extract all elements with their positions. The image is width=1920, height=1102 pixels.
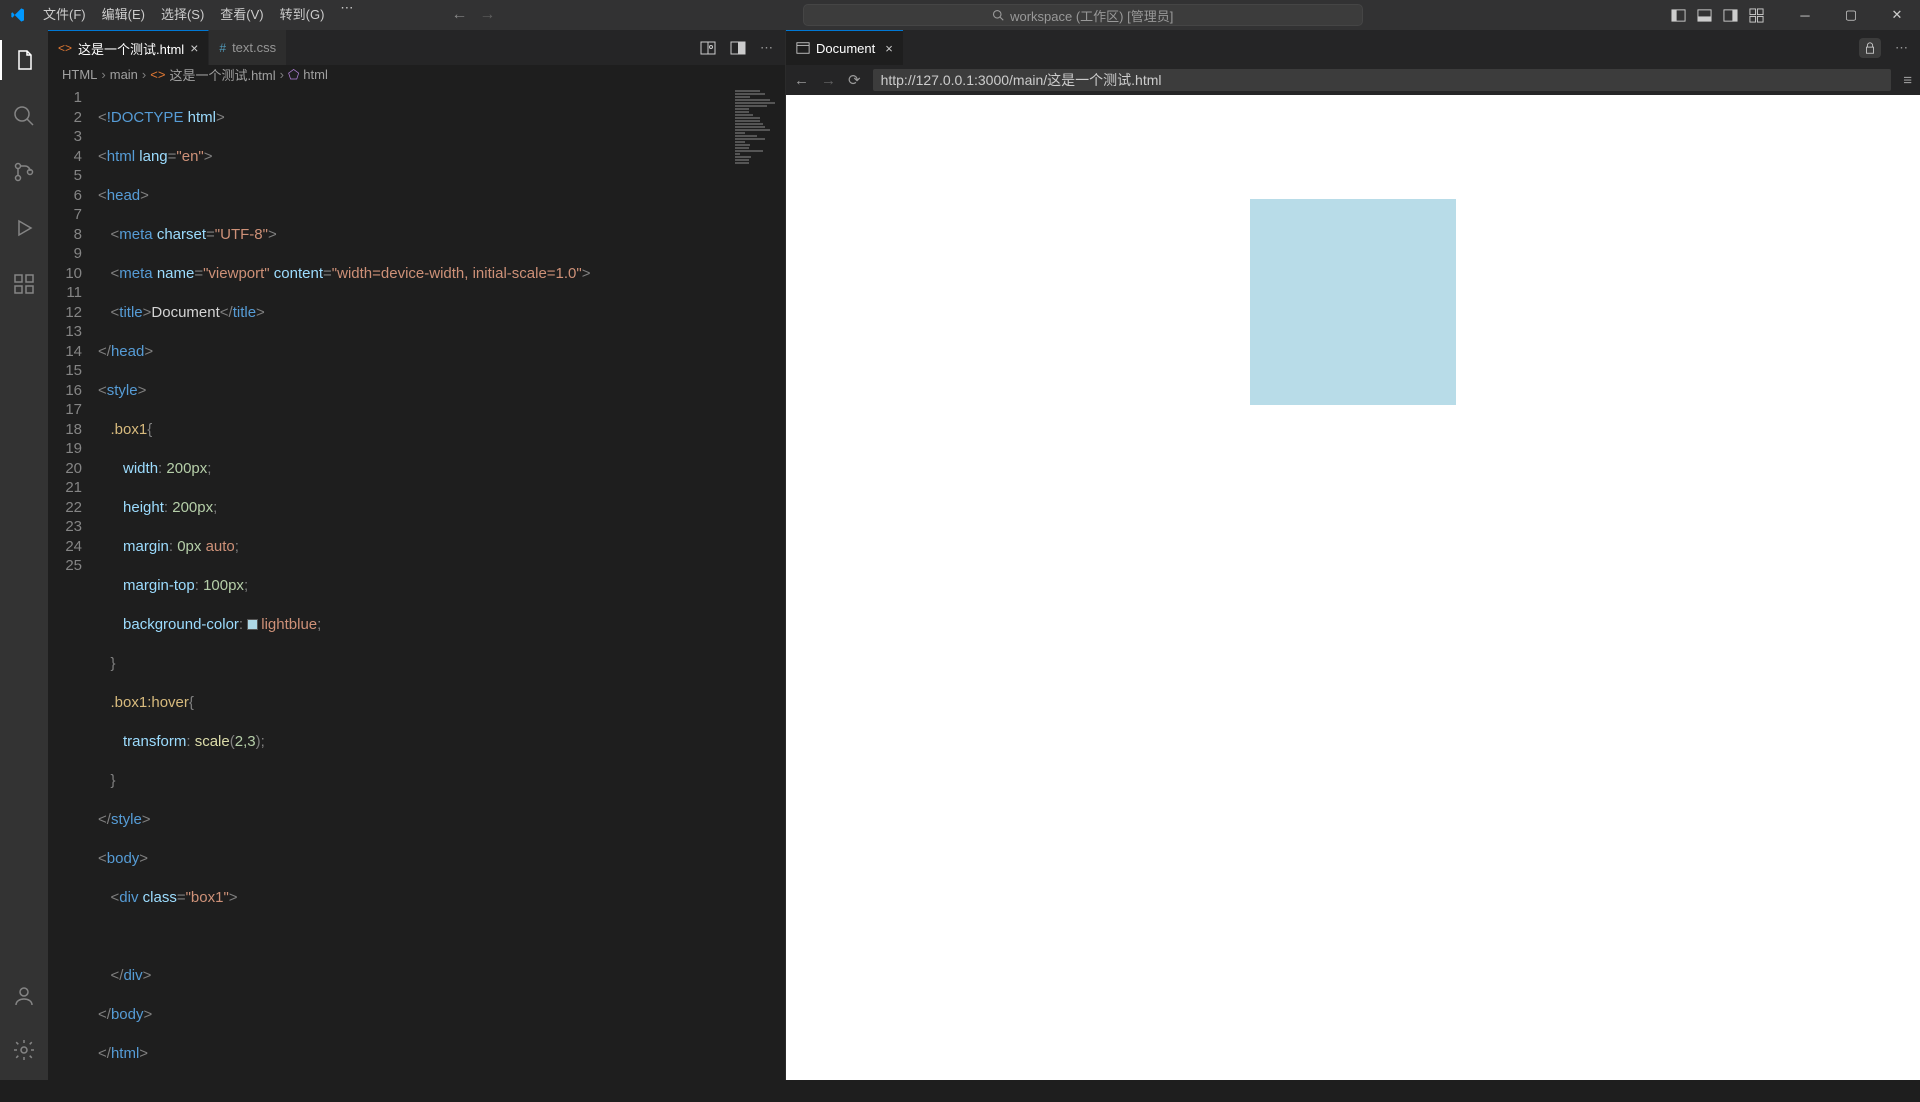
- preview-reload-icon[interactable]: ⟳: [848, 71, 861, 89]
- tab-css-file[interactable]: # text.css: [209, 30, 287, 65]
- minimap[interactable]: [727, 84, 785, 1102]
- chevron-right-icon: ›: [142, 67, 146, 82]
- preview-icon: [796, 41, 810, 55]
- more-actions-icon[interactable]: ⋯: [760, 40, 773, 56]
- preview-tab-label: Document: [816, 41, 875, 56]
- activity-bar: [0, 30, 48, 1080]
- activity-extensions-icon[interactable]: [0, 264, 48, 304]
- preview-url-input[interactable]: [873, 69, 1892, 91]
- editor-tabs: <> 这是一个测试.html × # text.css ⋯: [48, 30, 785, 65]
- tab-label: text.css: [232, 40, 276, 55]
- tab-label: 这是一个测试.html: [78, 39, 184, 58]
- preview-tabs: Document × ⋯: [786, 30, 1920, 65]
- title-bar: 文件(F) 编辑(E) 选择(S) 查看(V) 转到(G) ⋯ ← → work…: [0, 0, 1920, 30]
- preview-forward-icon[interactable]: →: [821, 72, 836, 89]
- menu-file[interactable]: 文件(F): [35, 0, 94, 30]
- crumb[interactable]: HTML: [62, 67, 97, 82]
- window-close[interactable]: ✕: [1874, 0, 1920, 30]
- html-file-icon: <>: [58, 41, 72, 55]
- split-preview-icon[interactable]: [700, 40, 716, 56]
- activity-search-icon[interactable]: [0, 96, 48, 136]
- code-editor[interactable]: 1234567891011121314151617181920212223242…: [48, 84, 785, 1102]
- html-file-icon: <>: [150, 67, 165, 82]
- preview-menu-icon[interactable]: ≡: [1903, 72, 1912, 89]
- crumb[interactable]: html: [303, 67, 328, 82]
- vscode-logo-icon: [0, 7, 35, 23]
- command-center[interactable]: workspace (工作区) [管理员]: [803, 4, 1363, 26]
- crumb[interactable]: 这是一个测试.html: [169, 65, 275, 84]
- activity-explorer-icon[interactable]: [0, 40, 48, 80]
- tab-html-file[interactable]: <> 这是一个测试.html ×: [48, 30, 209, 65]
- nav-arrows: ← →: [451, 6, 495, 24]
- breadcrumb[interactable]: HTML › main › <> 这是一个测试.html › ⬠ html: [48, 65, 785, 84]
- menu-bar: 文件(F) 编辑(E) 选择(S) 查看(V) 转到(G) ⋯: [35, 0, 361, 30]
- crumb[interactable]: main: [110, 67, 138, 82]
- menu-view[interactable]: 查看(V): [212, 0, 271, 30]
- menu-select[interactable]: 选择(S): [153, 0, 212, 30]
- color-swatch-icon: [247, 619, 258, 630]
- code-content[interactable]: <!DOCTYPE html> <html lang="en"> <head> …: [98, 84, 727, 1102]
- preview-tab[interactable]: Document ×: [786, 30, 903, 65]
- command-center-label: workspace (工作区) [管理员]: [1010, 6, 1173, 25]
- menu-edit[interactable]: 编辑(E): [94, 0, 153, 30]
- layout-left-icon[interactable]: [1670, 7, 1686, 23]
- layout-bottom-icon[interactable]: [1696, 7, 1712, 23]
- lock-icon[interactable]: [1859, 38, 1881, 58]
- chevron-right-icon: ›: [101, 67, 105, 82]
- preview-back-icon[interactable]: ←: [794, 72, 809, 89]
- menu-overflow-icon[interactable]: ⋯: [332, 0, 361, 30]
- split-editor-icon[interactable]: [730, 40, 746, 56]
- activity-debug-icon[interactable]: [0, 208, 48, 248]
- close-icon[interactable]: ×: [885, 41, 893, 56]
- layout-right-icon[interactable]: [1722, 7, 1738, 23]
- symbol-icon: ⬠: [288, 67, 299, 83]
- layout-customize-icon[interactable]: [1748, 7, 1764, 23]
- nav-forward-icon[interactable]: →: [479, 6, 495, 24]
- preview-toolbar: ← → ⟳ ≡: [786, 65, 1920, 95]
- activity-scm-icon[interactable]: [0, 152, 48, 192]
- chevron-right-icon: ›: [280, 67, 284, 82]
- activity-settings-icon[interactable]: [0, 1030, 48, 1070]
- window-maximize[interactable]: ▢: [1828, 0, 1874, 30]
- activity-account-icon[interactable]: [0, 976, 48, 1016]
- preview-box1: [1250, 199, 1456, 405]
- line-number-gutter: 1234567891011121314151617181920212223242…: [48, 84, 98, 1102]
- css-file-icon: #: [219, 41, 226, 55]
- preview-viewport: [786, 95, 1920, 1080]
- more-actions-icon[interactable]: ⋯: [1895, 40, 1908, 56]
- nav-back-icon[interactable]: ←: [451, 6, 467, 24]
- layout-controls: [1670, 7, 1782, 23]
- search-icon: [992, 9, 1004, 21]
- menu-goto[interactable]: 转到(G): [272, 0, 333, 30]
- close-icon[interactable]: ×: [190, 40, 198, 56]
- window-minimize[interactable]: ─: [1782, 0, 1828, 30]
